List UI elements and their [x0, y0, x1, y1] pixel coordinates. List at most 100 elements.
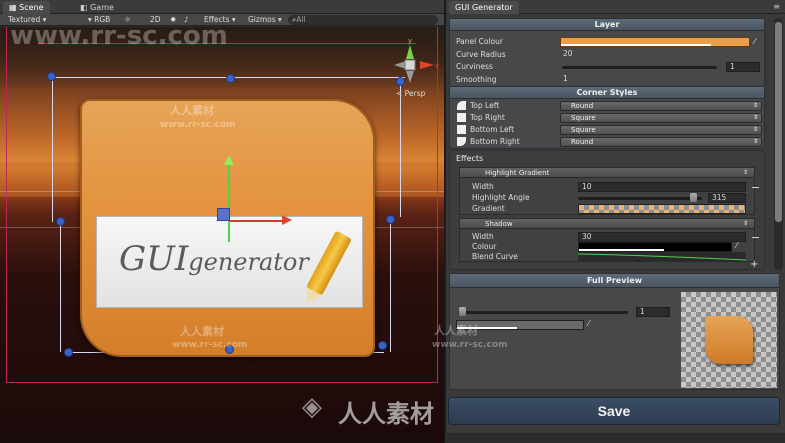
- move-gizmo-x-axis[interactable]: [230, 220, 285, 222]
- square-corner-icon: [457, 113, 466, 122]
- panel-colour-swatch[interactable]: [560, 37, 750, 47]
- highlight-gradient-swatch[interactable]: [578, 204, 746, 214]
- watermark-cn: 人人素材: [170, 104, 214, 117]
- effect-type-dropdown[interactable]: Highlight Gradient: [460, 168, 754, 178]
- resize-handle[interactable]: [47, 72, 56, 81]
- sun-icon: ✹: [170, 15, 177, 24]
- neg-y-axis-cone[interactable]: [406, 71, 414, 83]
- selection-edge-right-upper: [400, 77, 401, 217]
- highlight-width-field[interactable]: 10: [578, 182, 746, 192]
- gizmos-dropdown[interactable]: Gizmos ▾: [248, 14, 282, 26]
- resize-handle[interactable]: [64, 348, 73, 357]
- selection-edge-right-lower: [390, 217, 391, 352]
- corner-styles-section: Corner Styles Top Left Round Top Right S…: [449, 86, 765, 149]
- effect-type-dropdown[interactable]: Shadow: [460, 219, 754, 229]
- x-axis-cone[interactable]: [420, 61, 434, 69]
- scrollbar-thumb[interactable]: [775, 22, 782, 222]
- move-gizmo-plane-handle[interactable]: [217, 208, 230, 221]
- scene-icon: ▦: [9, 3, 20, 12]
- watermark-site: www.rr-sc.com: [10, 27, 228, 51]
- remove-shadow-button[interactable]: −: [751, 231, 760, 244]
- tab-gui-generator[interactable]: GUI Generator: [449, 1, 519, 14]
- shadow-width-field[interactable]: 30: [578, 232, 746, 242]
- corner-top-left-label: Top Left: [470, 101, 500, 110]
- lighting-toggle[interactable]: ☼: [124, 14, 131, 26]
- scene-toolbar: Textured ▾ ▾ RGB ☼ 2D ✹ ♪ Effects ▾ Gizm…: [0, 14, 444, 26]
- highlight-angle-slider[interactable]: [578, 197, 702, 200]
- gizmo-center-cube[interactable]: [404, 59, 416, 71]
- gui-logo-text: GUIgenerator: [119, 239, 309, 279]
- highlight-angle-field[interactable]: 315: [708, 193, 746, 203]
- resize-handle[interactable]: [378, 341, 387, 350]
- curve-radius-field[interactable]: 20: [560, 50, 760, 60]
- preview-canvas: [681, 292, 777, 388]
- move-gizmo-y-arrow[interactable]: [224, 155, 234, 165]
- curviness-slider[interactable]: [562, 66, 717, 69]
- resize-handle[interactable]: [386, 215, 395, 224]
- effects-dropdown[interactable]: Effects ▾: [204, 14, 236, 26]
- eyedropper-icon[interactable]: ⁄: [588, 319, 589, 328]
- search-input[interactable]: ⌕All: [288, 15, 438, 25]
- shadow-colour-swatch[interactable]: [578, 242, 732, 252]
- selection-edge-left-upper: [52, 77, 53, 222]
- resize-handle[interactable]: [226, 74, 235, 83]
- scene-viewport[interactable]: GUIgenerator y x < Persp www.rr-sc.com 人…: [0, 27, 444, 443]
- curviness-field[interactable]: 1: [726, 62, 760, 72]
- full-preview-title: Full Preview: [450, 274, 779, 288]
- move-gizmo-x-arrow[interactable]: [282, 215, 292, 225]
- corner-top-left-dropdown[interactable]: Round: [560, 101, 762, 111]
- inspector-scrollbar[interactable]: [774, 18, 783, 270]
- preview-panel: [705, 316, 753, 364]
- tab-scene[interactable]: ▦ Scene: [3, 1, 50, 14]
- resize-handle[interactable]: [56, 217, 65, 226]
- sun-toggle[interactable]: ✹: [170, 14, 176, 26]
- corner-bottom-left-label: Bottom Left: [470, 125, 515, 134]
- alpha-bar: [561, 44, 711, 46]
- watermark-logo-icon: ◈: [302, 392, 322, 422]
- scene-view: ▦ Scene ◧ Game Textured ▾ ▾ RGB ☼ 2D ✹ ♪…: [0, 0, 444, 443]
- eyedropper-icon[interactable]: ⁄: [754, 37, 755, 46]
- highlight-angle-label: Highlight Angle: [472, 193, 530, 202]
- corner-top-right-label: Top Right: [470, 113, 505, 122]
- effects-title: Effects: [456, 154, 484, 163]
- smoothing-field[interactable]: 1: [560, 75, 760, 85]
- menu-icon[interactable]: ≡: [773, 2, 780, 11]
- curve-radius-label: Curve Radius: [456, 50, 506, 59]
- corner-bottom-right-label: Bottom Right: [470, 137, 520, 146]
- layer-section-title: Layer: [450, 19, 764, 31]
- gizmos-label: Gizmos: [248, 15, 276, 24]
- preview-scale-field[interactable]: 1: [636, 307, 670, 317]
- y-axis-label: y: [408, 37, 412, 45]
- move-gizmo-y-axis[interactable]: [228, 162, 230, 242]
- blend-curve-label: Blend Curve: [472, 252, 518, 261]
- projection-toggle[interactable]: < Persp: [396, 89, 425, 98]
- game-icon: ◧: [80, 3, 91, 12]
- eyedropper-icon[interactable]: ⁄: [736, 241, 737, 250]
- curviness-label: Curviness: [456, 62, 493, 71]
- render-mode-dropdown[interactable]: ▾ RGB: [88, 14, 110, 26]
- preview-scale-slider[interactable]: [458, 311, 628, 314]
- audio-toggle[interactable]: ♪: [184, 14, 189, 26]
- orientation-gizmo[interactable]: y x: [390, 35, 440, 90]
- add-effect-button[interactable]: +: [750, 259, 758, 270]
- preview-scale-knob[interactable]: [459, 307, 466, 316]
- search-placeholder: All: [296, 15, 306, 24]
- mode-2d-toggle[interactable]: 2D: [150, 14, 161, 26]
- watermark-site: www.rr-sc.com: [160, 120, 236, 130]
- draw-mode-dropdown[interactable]: Textured ▾: [8, 14, 46, 26]
- neg-x-axis-cone[interactable]: [394, 61, 406, 69]
- tab-game-label: Game: [90, 3, 114, 12]
- watermark-site: www.rr-sc.com: [432, 340, 508, 350]
- remove-highlight-button[interactable]: −: [751, 181, 760, 194]
- watermark-cn: 人人素材: [180, 325, 224, 338]
- panel-colour-label: Panel Colour: [456, 37, 503, 46]
- y-axis-cone[interactable]: [406, 45, 414, 59]
- corner-bottom-right-dropdown[interactable]: Round: [560, 137, 762, 147]
- watermark-cn: 人人素材: [434, 324, 478, 337]
- save-button[interactable]: Save: [448, 397, 780, 425]
- highlight-angle-knob[interactable]: [690, 193, 697, 202]
- tab-game[interactable]: ◧ Game: [74, 1, 120, 14]
- blend-curve-field[interactable]: [578, 252, 746, 261]
- corner-bottom-left-dropdown[interactable]: Square: [560, 125, 762, 135]
- corner-top-right-dropdown[interactable]: Square: [560, 113, 762, 123]
